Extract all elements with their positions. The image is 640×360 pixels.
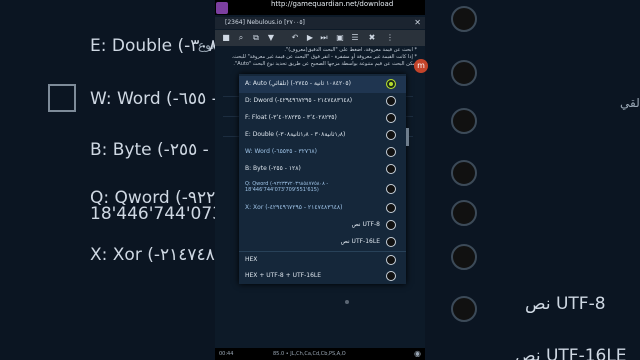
type-select-dialog: A: Auto (تلقائي) (-١٠٨٤٢٠٥ ثانية - ٢٧٤٥)… [239,74,406,284]
filter-icon[interactable]: ▼ [266,33,276,43]
option-label: X: Xor (-٢١٤٧٤٨٣٦٤٨ - ٤٢٩٤٩٦٧٢٩٥) [245,204,343,211]
option-label: F: Float (-٣٬٤٠٢٨٢٣٥ - ٣٬٤٠٢٨٢٣٥) [245,114,337,121]
option-word[interactable]: W: Word (-٣٢٧٦٨ - ٦٥٥٣٥) [239,144,406,161]
process-status: 85.0 • JL,Ch,Ca,Cd,Cb,PS,A,O [273,351,346,357]
background-right: القي نص UTF-8 نص UTF-16LE [425,0,640,360]
radio[interactable] [386,271,396,281]
option-label: HEX [245,256,258,263]
radio[interactable] [386,130,396,140]
bg-right-row: نص UTF-16LE [515,346,627,360]
option-qword[interactable]: Q: Qword (-٩٢٢٣٣٧٢٠٣٦٨٥٤٧٧٥٨٠٨ - 18'446'… [239,178,406,200]
bg-right-row: نص UTF-8 [525,294,606,314]
clock: 00:44 [219,351,234,357]
bg-right-radio [451,108,477,134]
browser-url[interactable]: http://gamequardian.net/download [271,0,393,8]
bg-right-radio [451,160,477,186]
system-navbar: 00:44 85.0 • JL,Ch,Ca,Cd,Cb,PS,A,O ◉ [215,348,425,360]
bg-left-row: 18'446'744'073'7 [90,204,215,224]
bg-left-checkbox [48,84,76,112]
radio[interactable] [386,96,396,106]
copy-icon[interactable]: ⧉ [251,33,261,43]
delete-icon[interactable]: ✖ [367,33,377,43]
floating-logo-button[interactable]: m [414,59,428,73]
bg-left-row: X: Xor (-٢١٤٧٤٨٣٦٤٨ [90,245,215,265]
scrollbar[interactable] [406,128,409,146]
bg-left-row: B: Byte (-١٢٨ - ٢٥٥) [90,140,215,160]
option-byte[interactable]: B: Byte (-١٢٨ - ٢٥٥) [239,161,406,178]
radio[interactable] [386,184,396,194]
radio[interactable] [386,147,396,157]
bg-right-radio [451,244,477,270]
option-label: نص UTF-16LE [340,238,380,245]
bg-right-header: القي [620,96,640,110]
help-line: * إذا كانت القيمة غير معروفة أو مشفرة - … [231,54,417,60]
option-label: A: Auto (تلقائي) (-١٠٨٤٢٠٥ ثانية - ٢٧٤٥) [245,80,351,87]
bg-right-radio [451,296,477,322]
bg-right-radio [451,60,477,86]
status-bar: http://gamequardian.net/download [215,0,425,15]
radio-selected[interactable] [386,79,396,89]
option-auto[interactable]: A: Auto (تلقائي) (-١٠٨٤٢٠٥ ثانية - ٢٧٤٥) [239,76,406,93]
bg-left-row: E: Double (-١٫٨ثانية٣٠٨ [90,36,215,56]
bg-right-radio [451,200,477,226]
option-utf16le[interactable]: نص UTF-16LE [239,234,406,251]
option-xor[interactable]: X: Xor (-٢١٤٧٤٨٣٦٤٨ - ٤٢٩٤٩٦٧٢٩٥) [239,200,406,217]
radio[interactable] [386,220,396,230]
save-icon[interactable]: ▣ [335,33,345,43]
play-icon[interactable]: ▶ [305,33,315,43]
radio[interactable] [386,237,396,247]
background-left: نوع: E: Double (-١٫٨ثانية٣٠٨ W: Word (-٣… [0,0,215,360]
option-label: W: Word (-٣٢٧٦٨ - ٦٥٥٣٥) [245,148,317,155]
toolbar: ■ ⌕ ⧉ ▼ ↶ ▶ ⏭ ▣ ☰ ✖ ⋮ [215,30,425,46]
search-icon[interactable]: ⌕ [236,33,246,43]
more-icon[interactable]: ⋮ [385,33,395,43]
list-icon[interactable]: ☰ [350,33,360,43]
radio[interactable] [386,113,396,123]
eye-icon[interactable]: ◉ [414,348,421,360]
option-utf8[interactable]: نص UTF-8 [239,217,406,234]
help-text: * ابحث عن قيمة معروفة، اضغط على "البحث ا… [219,47,417,68]
close-icon[interactable]: ✕ [414,17,421,29]
app-title: [2364] Nebulous.io [۲۷۰۰٥] [225,19,305,26]
option-label: E: Double (-١٫٨ثانية٣٠٨ - ١٫٨ثانية٣٠٨) [245,131,346,138]
option-label: D: Dword (-٢١٤٧٤٨٣٦٤٨ - ٤٢٩٤٩٦٧٢٩٥) [245,97,353,104]
radio[interactable] [386,203,396,213]
skip-icon[interactable]: ⏭ [319,33,329,43]
page-indicator [345,300,349,304]
option-hex-utf[interactable]: HEX + UTF-8 + UTF-16LE [239,268,406,285]
option-double[interactable]: E: Double (-١٫٨ثانية٣٠٨ - ١٫٨ثانية٣٠٨) [239,127,406,144]
option-label: HEX + UTF-8 + UTF-16LE [245,272,322,279]
option-label: B: Byte (-١٢٨ - ٢٥٥) [245,165,301,172]
undo-icon[interactable]: ↶ [290,33,300,43]
bg-right-radio [451,6,477,32]
radio[interactable] [386,164,396,174]
option-hex[interactable]: HEX [239,251,406,269]
bg-left-row: W: Word (-٣٢٧٦٨ - ٦٥٥ [90,89,215,109]
option-label: Q: Qword (-٩٢٢٣٣٧٢٠٣٦٨٥٤٧٧٥٨٠٨ - 18'446'… [245,181,329,193]
option-dword[interactable]: D: Dword (-٢١٤٧٤٨٣٦٤٨ - ٤٢٩٤٩٦٧٢٩٥) [239,93,406,110]
option-float[interactable]: F: Float (-٣٬٤٠٢٨٢٣٥ - ٣٬٤٠٢٨٢٣٥) [239,110,406,127]
stop-icon[interactable]: ■ [221,33,231,43]
app-logo-icon [216,2,228,14]
help-line: * ابحث عن قيمة معروفة، اضغط على "البحث ا… [284,47,417,53]
option-label: نص UTF-8 [351,221,380,228]
app-title-bar: [2364] Nebulous.io [۲۷۰۰٥] ✕ [215,17,425,29]
help-line: يمكن البحث عن قيم متنوعة بواسطة مزجها ال… [233,61,417,67]
radio[interactable] [386,255,396,265]
